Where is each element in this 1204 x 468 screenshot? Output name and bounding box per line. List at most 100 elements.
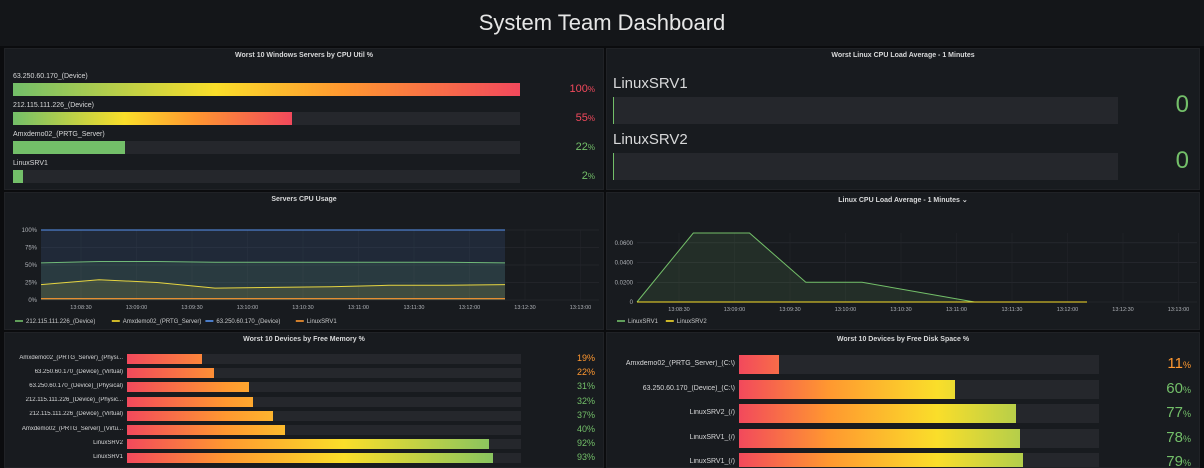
x-tick-label: 13:10:30 xyxy=(292,305,313,311)
bar-label: 212.115.111.226_(Device)_(Virtual) xyxy=(29,411,123,418)
value-number: 40% xyxy=(576,424,595,434)
bar-fill xyxy=(13,83,520,96)
value-number: 31% xyxy=(576,381,595,392)
bar-label: 63.250.60.170_(Device)_(Physical) xyxy=(29,382,123,389)
legend-item[interactable]: LinuxSRV1 xyxy=(628,319,659,325)
x-tick-label: 13:10:30 xyxy=(890,307,911,313)
x-tick-label: 13:10:00 xyxy=(835,307,856,313)
y-tick-label: 0% xyxy=(28,298,37,304)
bar-value: 60% xyxy=(1166,380,1191,397)
bar-fill xyxy=(127,382,250,393)
value-unit: % xyxy=(587,143,595,152)
bar-fill xyxy=(739,379,955,399)
bar-value: 11% xyxy=(1167,355,1191,372)
panel-title[interactable]: Worst 10 Windows Servers by CPU Util % xyxy=(5,52,603,59)
x-tick-label: 13:11:30 xyxy=(1001,307,1022,313)
x-tick-label: 13:12:30 xyxy=(514,305,535,311)
bar-label: 63.250.60.170_(Device)_(Virtual) xyxy=(34,368,123,375)
value-number: 100 xyxy=(569,83,588,95)
bar-label: Amxdemo02_(PRTG_Server) xyxy=(13,131,105,138)
x-tick-label: 13:09:00 xyxy=(724,307,745,313)
y-tick-label: 0.0600 xyxy=(615,241,634,247)
series-area xyxy=(41,230,505,300)
bar-label: LinuxSRV2_(/) xyxy=(689,409,735,416)
bar-label: LinuxSRV2 xyxy=(93,439,123,446)
value-unit: % xyxy=(587,172,595,181)
dashboard-title: System Team Dashboard xyxy=(0,0,1204,46)
bar-label: 63.250.60.170_(Device)_(C:\) xyxy=(642,384,735,392)
bar-value: 22% xyxy=(576,141,595,153)
value-unit: % xyxy=(1182,458,1191,468)
servers-cpu-panel: Servers CPU Usage 100% 75% 50% 25% 0% 13:08:3… xyxy=(4,192,604,330)
disk-panel: Worst 10 Devices by Free Disk Space % Am… xyxy=(606,332,1200,468)
x-tick-label: 13:08:30 xyxy=(668,307,689,313)
bar-label: Amxdemo02_(PRTG_Server)_(Virtu... xyxy=(21,425,123,432)
series-area xyxy=(637,233,1087,302)
value-unit: % xyxy=(587,114,595,123)
x-tick-label: 13:09:30 xyxy=(779,307,800,313)
bar-fill xyxy=(739,428,1020,448)
stat-value: 0 xyxy=(1175,91,1189,118)
bar-fill xyxy=(127,439,490,450)
x-tick-label: 13:08:30 xyxy=(70,305,91,311)
linux-cpu-chart[interactable]: 0.0600 0.0400 0.0200 0 13:08:30 13:09:00 13:09… xyxy=(607,193,1200,330)
value-number: 22% xyxy=(576,367,595,378)
legend-item[interactable]: LinuxSRV1 xyxy=(307,319,338,325)
bar-track xyxy=(739,355,1099,374)
value-number: 37% xyxy=(576,409,595,420)
bar-fill xyxy=(127,354,202,364)
y-tick-label: 0.0200 xyxy=(615,280,634,286)
servers-cpu-chart[interactable]: 100% 75% 50% 25% 0% 13:08:30 13:09:00 13:09:30 1… xyxy=(5,193,604,330)
bar-value: 31% xyxy=(577,381,595,391)
bar-label: Amxdemo02_(PRTG_Server)_(C:\) xyxy=(625,360,735,367)
linux-cpu-panel: Linux CPU Load Average - 1 Minutes ⌄ 0.0… xyxy=(606,192,1200,330)
x-tick-label: 13:13:00 xyxy=(1168,307,1189,313)
bar-value: 40% xyxy=(577,424,595,434)
value-number: 55 xyxy=(575,112,588,124)
value-unit: % xyxy=(1182,384,1191,395)
value-number: 92% xyxy=(576,438,595,449)
bar-fill xyxy=(127,425,285,435)
bar-value: 37% xyxy=(577,410,595,420)
bar-value: 93% xyxy=(577,452,595,462)
x-tick-label: 13:09:30 xyxy=(181,305,202,311)
value-number: 77 xyxy=(1166,404,1183,421)
y-tick-label: 100% xyxy=(22,228,38,234)
value-number: 78 xyxy=(1166,428,1183,446)
bar-label: LinuxSRV1 xyxy=(93,453,123,460)
bar-value: 78% xyxy=(1166,429,1191,446)
x-tick-label: 13:11:00 xyxy=(946,307,967,313)
bar-value: 32% xyxy=(577,396,595,406)
legend-item[interactable]: 212.115.111.226_(Device) xyxy=(26,319,95,325)
bar-fill xyxy=(739,355,779,374)
bar-fill xyxy=(127,368,214,379)
legend-item[interactable]: 63.250.60.170_(Device) xyxy=(216,319,280,325)
legend-item[interactable]: Amxdemo02_(PRTG_Server) xyxy=(123,319,202,325)
value-unit: % xyxy=(1182,360,1191,370)
x-tick-label: 13:13:00 xyxy=(570,305,591,311)
memory-panel: Worst 10 Devices by Free Memory % Amxdem… xyxy=(4,332,604,468)
value-unit: % xyxy=(1182,433,1191,444)
panel-title[interactable]: Worst 10 Devices by Free Memory % xyxy=(5,336,603,343)
x-tick-label: 13:11:00 xyxy=(348,305,369,311)
bar-label: 212.115.111.226_(Device)_(Physic... xyxy=(25,397,123,404)
bar-fill xyxy=(739,404,1017,423)
bar-value: 79% xyxy=(1166,453,1191,468)
y-tick-label: 0 xyxy=(630,300,634,306)
panel-title[interactable]: Worst Linux CPU Load Average - 1 Minutes xyxy=(607,52,1199,59)
bar-fill xyxy=(127,396,254,407)
panel-title[interactable]: Worst 10 Devices by Free Disk Space % xyxy=(607,336,1199,343)
bar-label: 212.115.111.226_(Device) xyxy=(13,102,94,109)
bar-fill xyxy=(739,453,1024,467)
bar-fill xyxy=(13,141,125,154)
legend-item[interactable]: LinuxSRV2 xyxy=(677,319,708,325)
bar-value: 77% xyxy=(1166,404,1191,421)
bar-label: LinuxSRV1_(/) xyxy=(689,433,735,441)
stat-value: 0 xyxy=(1175,147,1189,174)
y-tick-label: 50% xyxy=(25,263,38,269)
bar-value: 92% xyxy=(577,438,595,448)
cpu-util-panel: Worst 10 Windows Servers by CPU Util % 6… xyxy=(4,48,604,190)
bar-label: LinuxSRV1_(/) xyxy=(689,458,735,465)
x-tick-label: 13:12:00 xyxy=(459,305,480,311)
value-number: 11 xyxy=(1167,355,1183,372)
